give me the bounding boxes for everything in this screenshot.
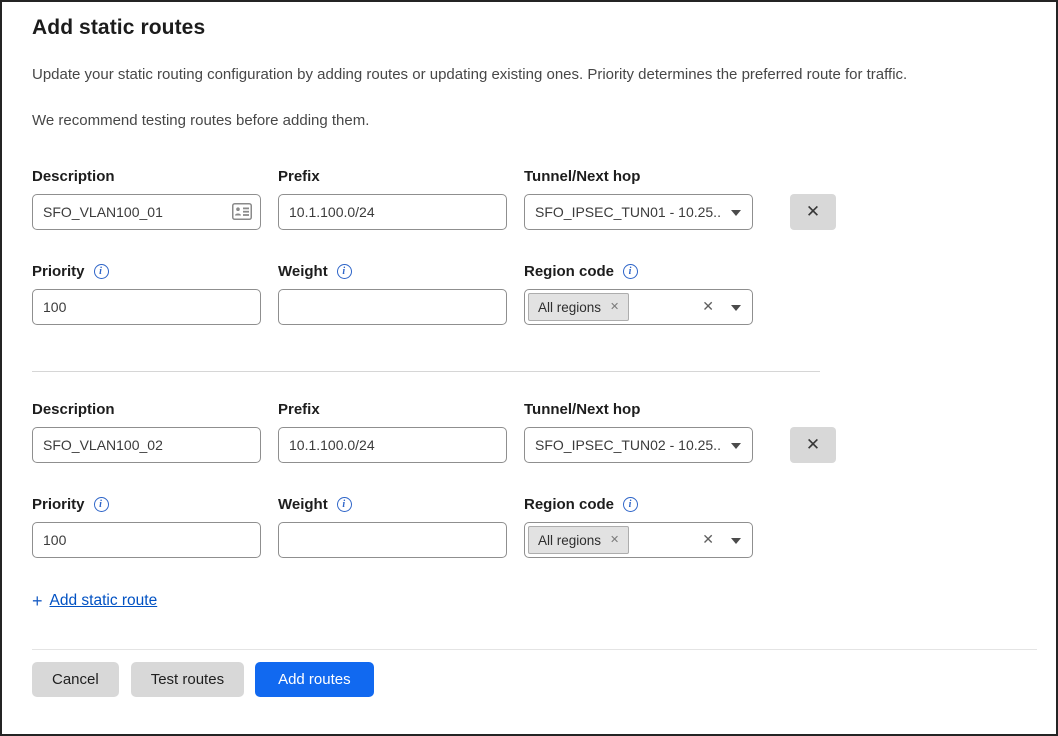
region-label: Region code i <box>524 261 753 282</box>
region-tag: All regions ✕ <box>528 293 629 321</box>
weight-input[interactable] <box>278 522 507 558</box>
contact-card-icon[interactable] <box>232 203 252 220</box>
prefix-input[interactable] <box>278 427 507 463</box>
weight-label: Weight i <box>278 261 507 282</box>
route-block-2: Description Prefix Tunnel/Next hop SFO_I… <box>32 399 1035 558</box>
caret-down-icon <box>731 538 741 544</box>
info-icon[interactable]: i <box>337 497 352 512</box>
weight-input[interactable] <box>278 289 507 325</box>
footer-buttons: Cancel Test routes Add routes <box>32 662 1035 697</box>
route-1-region-field: Region code i All regions ✕ ✕ <box>524 261 753 325</box>
route-2-priority-field: Priority i <box>32 494 261 558</box>
intro-text: Update your static routing configuration… <box>32 66 1035 83</box>
route-2-description-field: Description <box>32 399 261 463</box>
route-block-1: Description Prefix <box>32 166 1035 325</box>
description-label: Description <box>32 399 261 420</box>
region-tag-label: All regions <box>538 300 601 315</box>
caret-down-icon <box>731 443 741 449</box>
description-label: Description <box>32 166 261 187</box>
remove-route-button[interactable]: ✕ <box>790 194 836 230</box>
route-2-row-main: Description Prefix Tunnel/Next hop SFO_I… <box>32 399 1035 463</box>
clear-selection-icon[interactable]: ✕ <box>702 298 714 315</box>
region-select[interactable]: All regions ✕ ✕ <box>524 289 753 325</box>
route-2-weight-field: Weight i <box>278 494 507 558</box>
route-1-tunnel-field: Tunnel/Next hop SFO_IPSEC_TUN01 - 10.25.… <box>524 166 753 230</box>
route-2-row-options: Priority i Weight i Region code i <box>32 494 1035 558</box>
close-icon: ✕ <box>806 435 820 455</box>
info-icon[interactable]: i <box>94 264 109 279</box>
add-static-route-row: + Add static route <box>32 592 1035 610</box>
info-icon[interactable]: i <box>623 264 638 279</box>
recommend-text: We recommend testing routes before addin… <box>32 112 1035 129</box>
page-title: Add static routes <box>32 16 1035 40</box>
cancel-button[interactable]: Cancel <box>32 662 119 697</box>
priority-input[interactable] <box>32 289 261 325</box>
route-2-tunnel-field: Tunnel/Next hop SFO_IPSEC_TUN02 - 10.25.… <box>524 399 753 463</box>
weight-label: Weight i <box>278 494 507 515</box>
tag-remove-icon[interactable]: ✕ <box>610 302 619 313</box>
info-icon[interactable]: i <box>623 497 638 512</box>
tunnel-select[interactable]: SFO_IPSEC_TUN02 - 10.25... <box>524 427 753 463</box>
region-label: Region code i <box>524 494 753 515</box>
description-input[interactable] <box>32 194 261 230</box>
priority-input[interactable] <box>32 522 261 558</box>
route-1-prefix-field: Prefix <box>278 166 507 230</box>
tag-remove-icon[interactable]: ✕ <box>610 535 619 546</box>
add-static-routes-dialog: Add static routes Update your static rou… <box>0 0 1058 736</box>
prefix-label: Prefix <box>278 166 507 187</box>
footer-divider <box>32 649 1037 650</box>
region-select[interactable]: All regions ✕ ✕ <box>524 522 753 558</box>
region-tag: All regions ✕ <box>528 526 629 554</box>
route-1-description-field: Description <box>32 166 261 230</box>
close-icon: ✕ <box>806 202 820 222</box>
route-1-row-options: Priority i Weight i Region code i <box>32 261 1035 325</box>
remove-route-button[interactable]: ✕ <box>790 427 836 463</box>
clear-selection-icon[interactable]: ✕ <box>702 531 714 548</box>
tunnel-label: Tunnel/Next hop <box>524 166 753 187</box>
tunnel-label: Tunnel/Next hop <box>524 399 753 420</box>
priority-label: Priority i <box>32 261 261 282</box>
route-2-prefix-field: Prefix <box>278 399 507 463</box>
description-input[interactable] <box>32 427 261 463</box>
route-1-priority-field: Priority i <box>32 261 261 325</box>
tunnel-select[interactable]: SFO_IPSEC_TUN01 - 10.25... <box>524 194 753 230</box>
caret-down-icon <box>731 305 741 311</box>
info-icon[interactable]: i <box>94 497 109 512</box>
add-routes-button[interactable]: Add routes <box>255 662 374 697</box>
region-tag-label: All regions <box>538 533 601 548</box>
priority-label: Priority i <box>32 494 261 515</box>
plus-icon: + <box>32 592 43 610</box>
tunnel-select-value: SFO_IPSEC_TUN02 - 10.25... <box>535 437 722 453</box>
add-static-route-link[interactable]: Add static route <box>50 592 158 610</box>
route-2-region-field: Region code i All regions ✕ ✕ <box>524 494 753 558</box>
info-icon[interactable]: i <box>337 264 352 279</box>
tunnel-select-value: SFO_IPSEC_TUN01 - 10.25... <box>535 204 722 220</box>
route-1-weight-field: Weight i <box>278 261 507 325</box>
prefix-label: Prefix <box>278 399 507 420</box>
route-1-row-main: Description Prefix <box>32 166 1035 230</box>
test-routes-button[interactable]: Test routes <box>131 662 244 697</box>
prefix-input[interactable] <box>278 194 507 230</box>
route-divider <box>32 371 820 372</box>
caret-down-icon <box>731 210 741 216</box>
